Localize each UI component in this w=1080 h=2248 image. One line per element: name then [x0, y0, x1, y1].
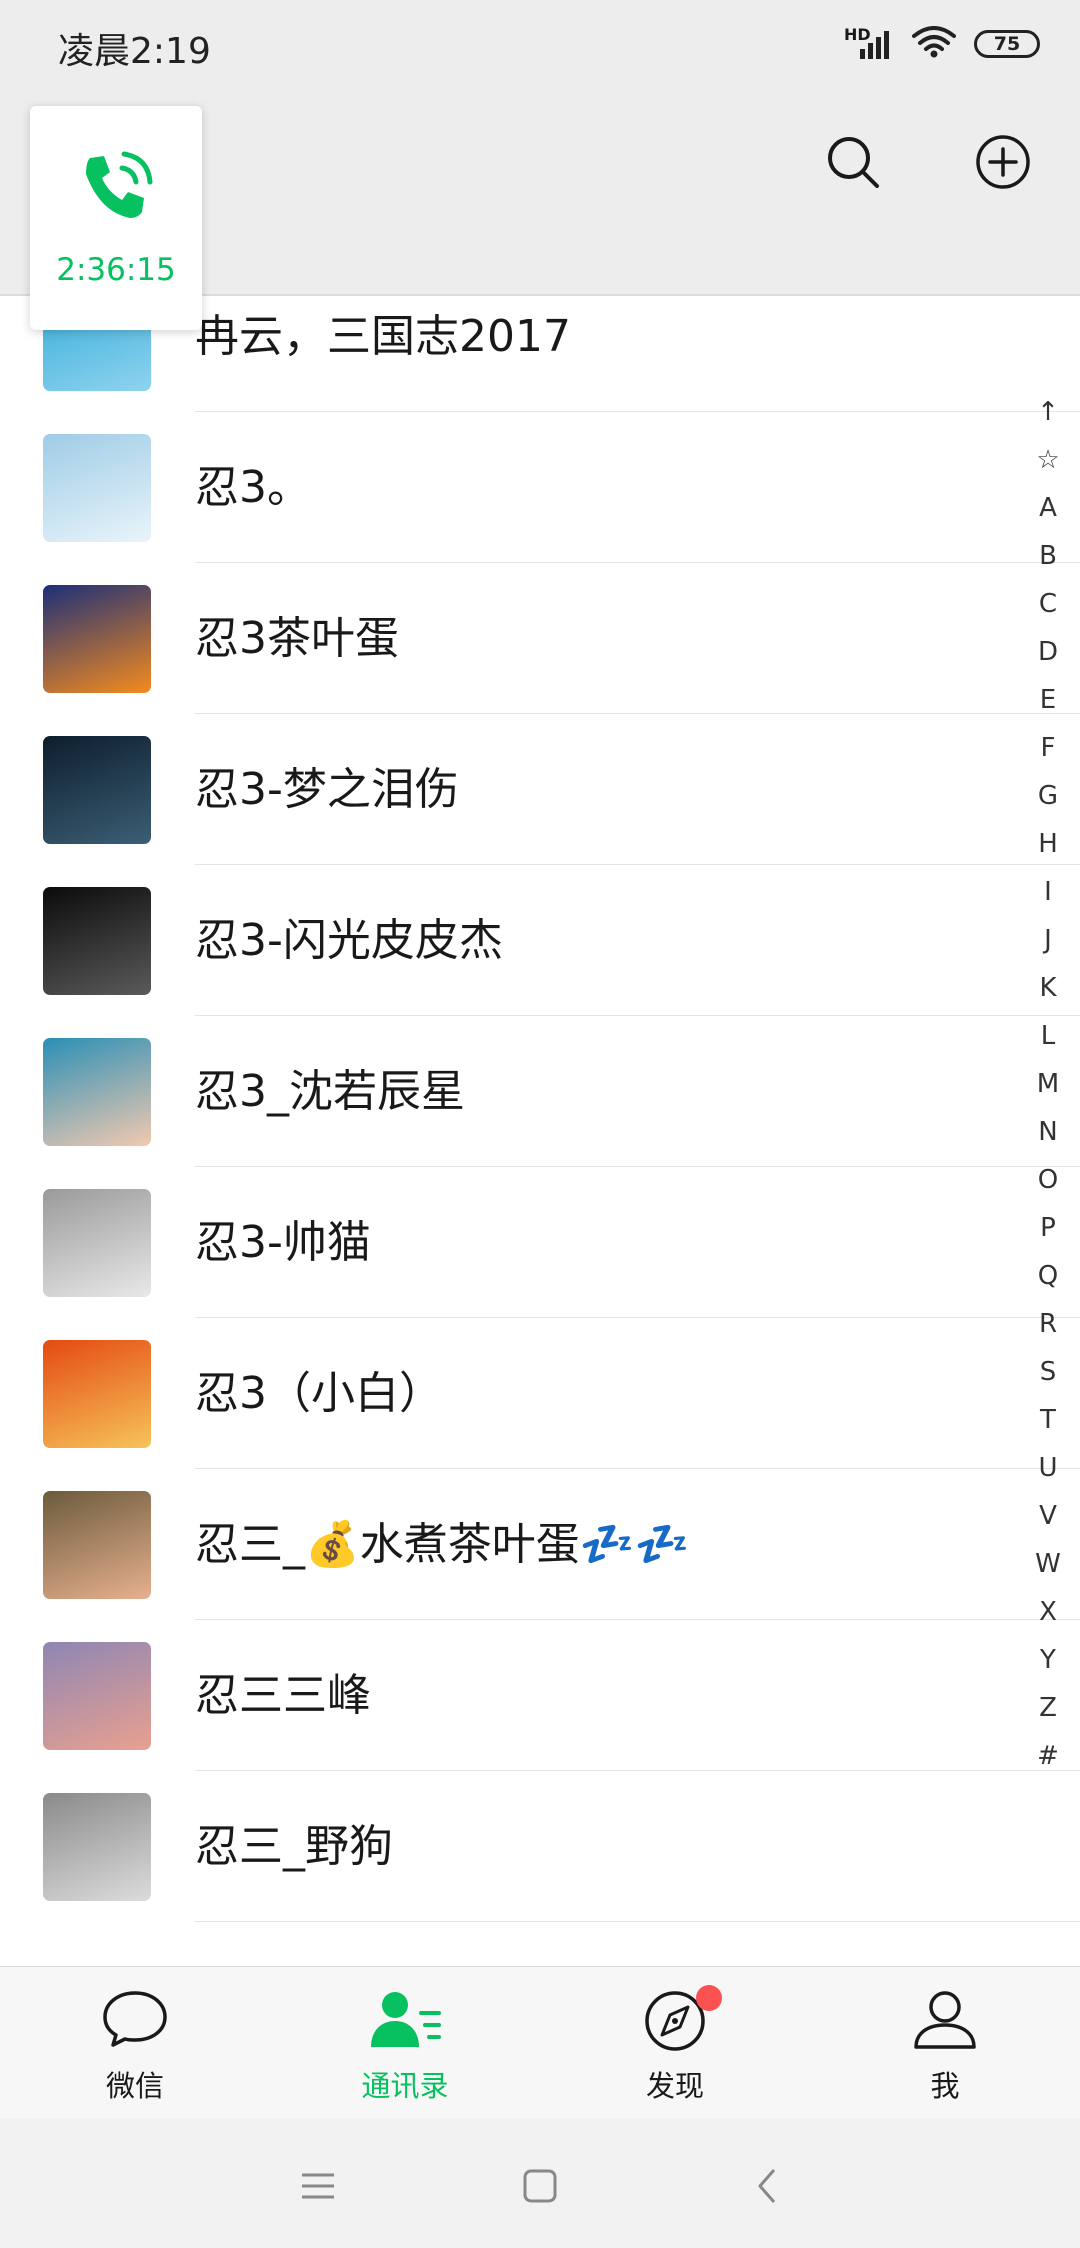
tab-me[interactable]: 我	[810, 1967, 1080, 2119]
index-letter[interactable]: C	[1028, 580, 1068, 628]
floating-call-window[interactable]: 2:36:15	[30, 106, 202, 330]
avatar	[43, 1642, 151, 1750]
tab-label: 我	[930, 2069, 960, 2103]
battery-level: 75	[993, 33, 1021, 55]
network-label: HD	[844, 25, 871, 44]
index-letter[interactable]: D	[1028, 628, 1068, 676]
index-letter[interactable]: J	[1028, 916, 1068, 964]
contact-row[interactable]: 忍3（小白）	[0, 1318, 1080, 1469]
index-letter[interactable]: H	[1028, 820, 1068, 868]
contact-list[interactable]: 冉云，三国志2017 忍3。忍3茶叶蛋忍3-梦之泪伤 忍3-闪光皮皮杰 忍3_沈若辰星…	[0, 296, 1080, 1952]
status-time: 凌晨2:19	[58, 31, 211, 72]
avatar	[43, 1038, 151, 1146]
contact-row[interactable]: 忍3-梦之泪伤	[0, 714, 1080, 865]
contact-row[interactable]: 忍3茶叶蛋	[0, 563, 1080, 714]
index-letter[interactable]: Y	[1028, 1636, 1068, 1684]
index-letter[interactable]: ☆	[1028, 436, 1068, 484]
index-letter[interactable]: V	[1028, 1492, 1068, 1540]
tab-chats[interactable]: 微信	[0, 1967, 270, 2119]
wifi-icon	[912, 26, 956, 62]
index-letter[interactable]: I	[1028, 868, 1068, 916]
avatar	[43, 887, 151, 995]
person-icon	[914, 1991, 976, 2049]
index-letter[interactable]: U	[1028, 1444, 1068, 1492]
index-letter[interactable]: G	[1028, 772, 1068, 820]
contact-row[interactable]: 忍三_野狗	[0, 1771, 1080, 1922]
tab-label: 微信	[105, 2069, 164, 2103]
tab-label: 发现	[645, 2069, 704, 2103]
status-icons: HD 75	[844, 25, 1040, 62]
avatar	[43, 434, 151, 542]
index-letter[interactable]: W	[1028, 1540, 1068, 1588]
square-icon	[523, 2169, 557, 2203]
index-letter[interactable]: Q	[1028, 1252, 1068, 1300]
avatar	[43, 736, 151, 844]
signal-icon: HD	[844, 25, 894, 59]
index-letter[interactable]: P	[1028, 1204, 1068, 1252]
contact-name: 忍3-帅猫	[195, 1217, 371, 1268]
contact-name: 忍三_野狗	[195, 1821, 393, 1872]
back-button[interactable]	[737, 2156, 797, 2216]
search-icon	[828, 137, 879, 188]
index-letter[interactable]: T	[1028, 1396, 1068, 1444]
phone-call-icon	[76, 148, 156, 232]
index-letter[interactable]: ↑	[1028, 388, 1068, 436]
menu-button[interactable]	[288, 2156, 348, 2216]
tab-discover[interactable]: 发现	[540, 1967, 810, 2119]
alphabet-index[interactable]: ↑ ☆ A B C D E F G H I J K L M N O P Q R S T U V W X Y Z #	[1028, 388, 1068, 1780]
index-letter[interactable]: K	[1028, 964, 1068, 1012]
contact-row[interactable]: 忍3-帅猫	[0, 1167, 1080, 1318]
contact-name: 忍3。	[195, 462, 311, 513]
tab-contacts[interactable]: 通讯录	[270, 1967, 540, 2119]
contact-name: 忍3_沈若辰星	[195, 1066, 465, 1117]
avatar	[43, 1340, 151, 1448]
avatar	[43, 1491, 151, 1599]
row-divider	[195, 1921, 1080, 1922]
contact-row[interactable]: 忍3。	[0, 412, 1080, 563]
avatar	[43, 1189, 151, 1297]
index-letter[interactable]: B	[1028, 532, 1068, 580]
avatar	[43, 1793, 151, 1901]
contact-row[interactable]: 忍三_💰水煮茶叶蛋💤💤	[0, 1469, 1080, 1620]
contact-name: 忍3茶叶蛋	[195, 613, 399, 664]
index-letter[interactable]: Z	[1028, 1684, 1068, 1732]
contacts-icon	[371, 1992, 441, 2047]
index-letter[interactable]: O	[1028, 1156, 1068, 1204]
home-button[interactable]	[510, 2156, 570, 2216]
battery-icon: 75	[974, 30, 1040, 58]
add-circle-icon	[976, 135, 1030, 189]
contact-name: 忍3（小白）	[195, 1368, 443, 1419]
index-letter[interactable]: #	[1028, 1732, 1068, 1780]
contact-name: 忍三三峰	[195, 1670, 371, 1721]
contact-name: 冉云，三国志2017	[195, 311, 571, 362]
contact-name: 忍三_💰水煮茶叶蛋💤💤	[195, 1519, 690, 1570]
index-letter[interactable]: E	[1028, 676, 1068, 724]
tab-bar: 微信 通讯录 发现 我	[0, 1966, 1080, 2118]
contact-name: 忍3-梦之泪伤	[195, 764, 459, 815]
contact-row[interactable]: 忍三三峰	[0, 1620, 1080, 1771]
menu-icon	[302, 2173, 334, 2199]
contact-name: 忍3-闪光皮皮杰	[195, 915, 503, 966]
index-letter[interactable]: S	[1028, 1348, 1068, 1396]
contact-row[interactable]: 忍3-闪光皮皮杰	[0, 865, 1080, 1016]
avatar	[43, 585, 151, 693]
search-button[interactable]	[813, 122, 893, 202]
index-letter[interactable]: R	[1028, 1300, 1068, 1348]
tab-label: 通讯录	[361, 2069, 449, 2103]
index-letter[interactable]: L	[1028, 1012, 1068, 1060]
status-bar: 凌晨2:19 HD 75	[0, 0, 1080, 92]
screen: 凌晨2:19 HD 75 2:36:15 冉云，三国志2017 忍3。 忍3茶叶…	[0, 0, 1080, 2248]
chat-bubble-icon	[103, 1991, 167, 2047]
contact-row[interactable]: 忍3_沈若辰星	[0, 1016, 1080, 1167]
index-letter[interactable]: N	[1028, 1108, 1068, 1156]
notification-badge	[696, 1985, 722, 2011]
index-letter[interactable]: A	[1028, 484, 1068, 532]
index-letter[interactable]: F	[1028, 724, 1068, 772]
system-nav-bar	[0, 2118, 1080, 2248]
add-button[interactable]	[963, 122, 1043, 202]
index-letter[interactable]: M	[1028, 1060, 1068, 1108]
call-timer: 2:36:15	[56, 252, 176, 288]
index-letter[interactable]: X	[1028, 1588, 1068, 1636]
back-chevron-icon	[758, 2169, 776, 2203]
